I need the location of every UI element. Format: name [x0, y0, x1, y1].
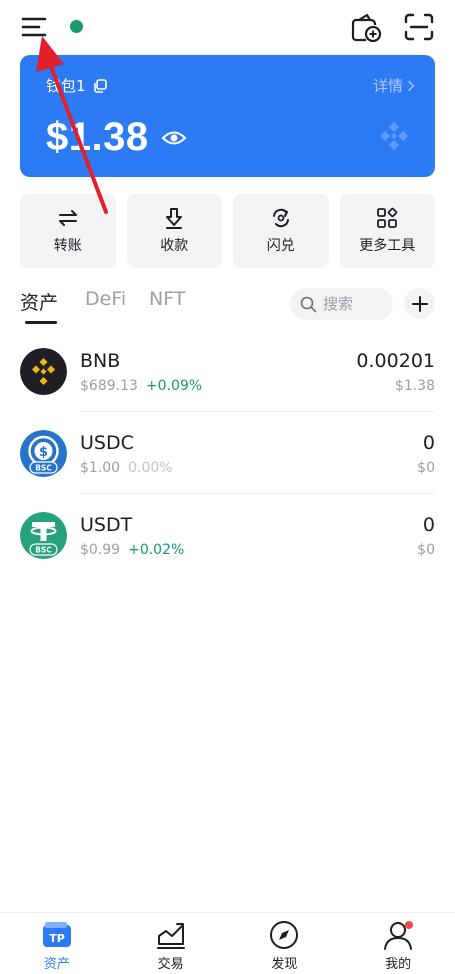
svg-text:$: $: [39, 445, 48, 460]
search-input[interactable]: [323, 295, 383, 313]
swap-label: 闪兑: [266, 238, 295, 254]
quick-actions: 转账 收款 闪兑 更多工具: [20, 194, 435, 268]
wallet-balance: $1.38: [46, 115, 149, 159]
more-tools-label: 更多工具: [359, 238, 416, 254]
usdt-chain-badge: BSC: [35, 546, 52, 555]
nav-discover[interactable]: 发现: [228, 913, 342, 974]
transfer-button[interactable]: 转账: [20, 194, 116, 268]
receive-label: 收款: [160, 238, 189, 254]
more-tools-icon: [377, 207, 398, 228]
token-change: +0.02%: [128, 542, 185, 558]
wallet-add-icon[interactable]: [349, 11, 383, 43]
tp-wallet-icon: TP: [42, 922, 71, 947]
active-tab-indicator: [25, 321, 57, 324]
token-price-row: $689.13 +0.09%: [80, 378, 202, 394]
token-row[interactable]: $ BSC USDC $1.00 0.00% 0 $0: [20, 412, 435, 494]
detail-label: 详情: [372, 77, 403, 95]
token-amount: 0: [422, 514, 435, 536]
receive-button[interactable]: 收款: [126, 194, 222, 268]
nav-trade[interactable]: 交易: [114, 913, 228, 974]
asset-tabs-row: 资产 DeFi NFT: [20, 284, 435, 328]
compass-icon: [270, 921, 299, 949]
token-symbol: USDC: [80, 432, 134, 454]
tab-defi[interactable]: DeFi: [85, 288, 126, 310]
token-amount: 0: [422, 432, 435, 454]
token-value: $0: [417, 542, 435, 558]
tab-assets[interactable]: 资产: [20, 288, 58, 315]
token-list: BNB $689.13 +0.09% 0.00201 $1.38 $ BSC U…: [20, 330, 435, 576]
scan-icon[interactable]: [402, 11, 436, 43]
token-price-row: $0.99 +0.02%: [80, 542, 184, 558]
more-tools-button[interactable]: 更多工具: [339, 194, 435, 268]
plus-icon: [411, 295, 428, 312]
token-search[interactable]: [290, 288, 393, 320]
wallet-name: 钱包1: [46, 77, 86, 95]
network-status-dot: [70, 20, 83, 33]
chevron-right-icon: [408, 80, 415, 91]
copy-icon[interactable]: [92, 78, 108, 94]
swap-icon: [272, 208, 289, 228]
token-change: 0.00%: [128, 460, 173, 476]
balance-row: $1.38: [46, 115, 187, 160]
nav-trade-label: 交易: [157, 957, 184, 972]
swap-button[interactable]: 闪兑: [233, 194, 329, 268]
token-value: $1.38: [394, 378, 435, 394]
add-token-button[interactable]: [404, 288, 435, 319]
transfer-label: 转账: [53, 238, 82, 254]
top-bar: [0, 0, 455, 54]
search-icon: [300, 296, 317, 312]
nav-profile[interactable]: 我的: [341, 913, 455, 974]
svg-text:TP: TP: [49, 932, 65, 945]
tab-nft[interactable]: NFT: [149, 288, 185, 310]
token-amount: 0.00201: [356, 350, 435, 372]
usdc-bsc-icon: $ BSC: [20, 430, 67, 477]
token-price: $1.00: [80, 460, 121, 476]
token-symbol: USDT: [80, 514, 133, 536]
usdt-bsc-icon: BSC: [20, 512, 67, 559]
wallet-card[interactable]: 钱包1 详情 $1.38: [20, 55, 435, 177]
token-symbol: BNB: [80, 350, 121, 372]
token-value: $0: [417, 460, 435, 476]
hamburger-menu-icon[interactable]: [18, 12, 52, 42]
token-row[interactable]: BNB $689.13 +0.09% 0.00201 $1.38: [20, 330, 435, 412]
nav-assets-label: 资产: [43, 957, 70, 972]
eye-icon[interactable]: [161, 128, 187, 148]
token-price: $0.99: [80, 542, 121, 558]
nav-profile-label: 我的: [385, 957, 412, 972]
token-change: +0.09%: [145, 378, 203, 394]
receive-icon: [166, 208, 183, 229]
token-price-row: $1.00 0.00%: [80, 460, 173, 476]
bnb-icon: [20, 348, 67, 395]
bottom-navigation: TP 资产 交易 发现 我的: [0, 912, 455, 974]
wallet-name-row: 钱包1: [46, 75, 108, 96]
bnb-chain-watermark-icon: [377, 119, 411, 153]
token-price: $689.13: [80, 378, 138, 394]
nav-discover-label: 发现: [271, 957, 298, 972]
trade-chart-icon: [156, 923, 185, 949]
nav-assets[interactable]: TP 资产: [0, 913, 114, 974]
token-row[interactable]: BSC USDT $0.99 +0.02% 0 $0: [20, 494, 435, 576]
usdc-chain-badge: BSC: [35, 464, 52, 473]
wallet-detail-link[interactable]: 详情: [373, 75, 415, 96]
transfer-icon: [58, 210, 77, 226]
